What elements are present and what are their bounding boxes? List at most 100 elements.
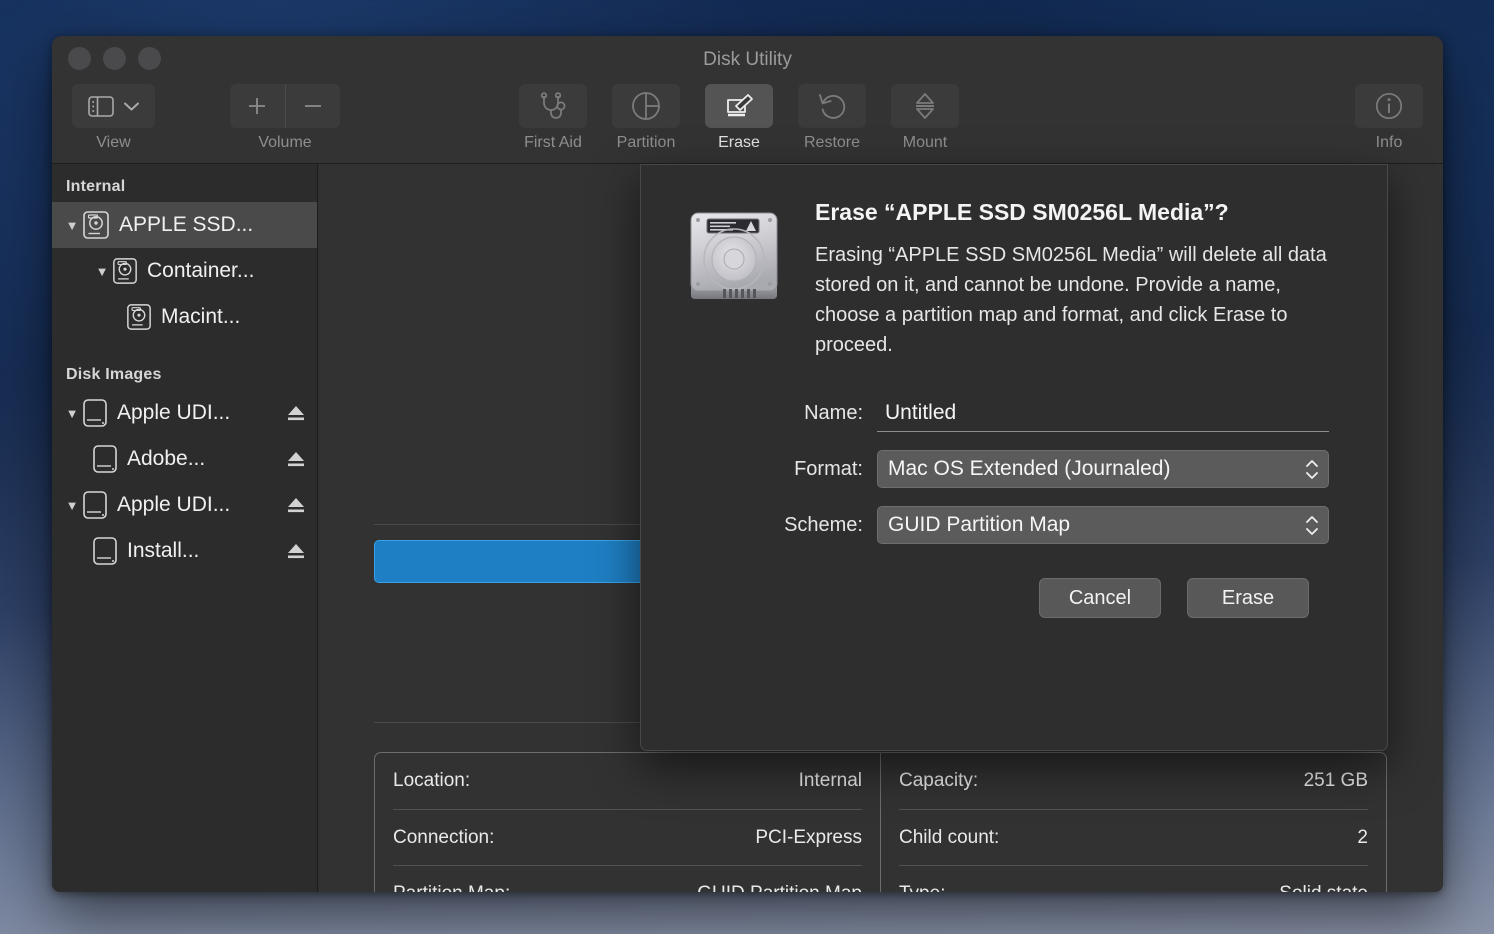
dialog-title: Erase “APPLE SSD SM0256L Media”? — [815, 199, 1229, 225]
chevron-updown-icon — [1305, 515, 1319, 536]
sidebar: Internal ▼ APPLE SSD... ▼ Container... M… — [52, 164, 318, 892]
internal-drive-icon — [82, 210, 110, 240]
scheme-value: GUID Partition Map — [888, 513, 1071, 536]
disclosure-triangle-icon[interactable]: ▼ — [92, 264, 112, 279]
sidebar-item-label: Apple UDI... — [117, 401, 231, 424]
chevron-down-icon — [123, 101, 140, 112]
view-button[interactable] — [72, 84, 155, 128]
dialog-buttons: Cancel Erase — [681, 578, 1347, 618]
disk-image-icon — [82, 398, 108, 428]
sidebar-item-label: Container... — [147, 259, 255, 282]
info-row-connection: Connection: PCI-Express — [393, 809, 862, 865]
info-label: Capacity: — [899, 770, 979, 791]
erase-confirm-button[interactable]: Erase — [1187, 578, 1309, 618]
info-value: Solid state — [1279, 883, 1368, 893]
eject-icon[interactable] — [285, 495, 307, 515]
sidebar-item-macintosh-hd[interactable]: Macint... — [52, 294, 317, 340]
disk-image-icon — [92, 536, 118, 566]
erase-button[interactable] — [705, 84, 773, 128]
sidebar-item-label: APPLE SSD... — [119, 213, 254, 236]
format-label: Format: — [794, 457, 863, 480]
info-column-left: Location: Internal Connection: PCI-Expre… — [375, 753, 880, 892]
eject-icon[interactable] — [285, 449, 307, 469]
scheme-label: Scheme: — [784, 513, 863, 536]
scheme-popup-button[interactable]: GUID Partition Map — [877, 506, 1329, 544]
window-body: Internal ▼ APPLE SSD... ▼ Container... M… — [52, 164, 1443, 892]
info-value: 2 — [1357, 826, 1368, 848]
scheme-field-row: Scheme: GUID Partition Map — [743, 506, 1347, 544]
view-label: View — [96, 134, 131, 151]
info-label: Location: — [393, 770, 471, 791]
hard-drive-icon — [681, 203, 787, 309]
eject-icon[interactable] — [285, 403, 307, 423]
erase-dialog: Erase “APPLE SSD SM0256L Media”? Erasing… — [640, 164, 1388, 751]
sidebar-item-install[interactable]: Install... — [52, 528, 317, 574]
info-label: Partition Map: — [393, 883, 510, 893]
sidebar-item-apple-ssd[interactable]: ▼ APPLE SSD... — [52, 202, 317, 248]
info-label: Child count: — [899, 826, 1000, 848]
info-value: Internal — [798, 770, 862, 791]
disclosure-triangle-icon[interactable]: ▼ — [62, 406, 82, 421]
sidebar-item-apple-udif-2[interactable]: ▼ Apple UDI... — [52, 482, 317, 528]
mount-icon — [912, 91, 938, 121]
sidebar-item-label: Install... — [127, 539, 200, 562]
restore-label: Restore — [803, 134, 861, 151]
sidebar-item-adobe[interactable]: Adobe... — [52, 436, 317, 482]
volume-label: Volume — [258, 134, 312, 151]
stethoscope-icon — [538, 92, 568, 120]
window-title: Disk Utility — [703, 49, 792, 70]
view-control[interactable]: View — [72, 84, 155, 152]
partition-circle-icon — [631, 91, 661, 121]
info-row-child-count: Child count: 2 — [899, 809, 1368, 865]
info-button[interactable] — [1355, 84, 1423, 128]
info-value: PCI-Express — [755, 826, 862, 848]
disk-info-table: Location: Internal Connection: PCI-Expre… — [374, 752, 1387, 892]
sidebar-item-container[interactable]: ▼ Container... — [52, 248, 317, 294]
erase-form: Name: Format: Mac OS Extended (Journaled… — [681, 394, 1347, 544]
mount-button[interactable] — [891, 84, 959, 128]
toolbar-item-first-aid[interactable]: First Aid — [519, 84, 587, 152]
format-field-row: Format: Mac OS Extended (Journaled) — [743, 450, 1347, 488]
partition-button[interactable] — [612, 84, 680, 128]
eject-icon[interactable] — [285, 541, 307, 561]
info-label: Connection: — [393, 826, 495, 848]
format-value: Mac OS Extended (Journaled) — [888, 457, 1171, 480]
toolbar-item-partition[interactable]: Partition — [612, 84, 680, 152]
restore-button[interactable] — [798, 84, 866, 128]
volume-segmented-control — [230, 84, 340, 128]
toolbar-item-info[interactable]: Info — [1355, 84, 1423, 152]
erase-icon — [724, 92, 754, 120]
disclosure-triangle-icon[interactable]: ▼ — [62, 218, 82, 233]
partition-label: Partition — [616, 134, 676, 151]
toolbar-item-restore[interactable]: Restore — [798, 84, 866, 152]
disk-utility-window: Disk Utility View Volume First Aid Parti… — [52, 36, 1443, 892]
sidebar-item-apple-udif-1[interactable]: ▼ Apple UDI... — [52, 390, 317, 436]
internal-drive-icon — [112, 257, 138, 285]
info-circle-icon — [1374, 91, 1404, 121]
dialog-text: Erase “APPLE SSD SM0256L Media”? Erasing… — [815, 199, 1347, 360]
chevron-updown-icon — [1305, 459, 1319, 480]
name-field-row: Name: — [743, 394, 1347, 432]
add-volume-button[interactable] — [230, 84, 285, 128]
info-value: GUID Partition Map — [697, 883, 862, 893]
toolbar-item-mount[interactable]: Mount — [891, 84, 959, 152]
sidebar-item-label: Adobe... — [127, 447, 206, 470]
format-popup-button[interactable]: Mac OS Extended (Journaled) — [877, 450, 1329, 488]
toolbar-item-erase[interactable]: Erase — [705, 84, 773, 152]
cancel-button[interactable]: Cancel — [1039, 578, 1161, 618]
sidebar-section-internal: Internal — [66, 178, 126, 195]
first-aid-button[interactable] — [519, 84, 587, 128]
info-row-partition-map: Partition Map: GUID Partition Map — [393, 865, 862, 892]
dialog-message: Erasing “APPLE SSD SM0256L Media” will d… — [815, 244, 1327, 356]
disclosure-triangle-icon[interactable]: ▼ — [62, 498, 82, 513]
first-aid-label: First Aid — [524, 134, 582, 151]
sidebar-icon — [87, 95, 114, 117]
mount-label: Mount — [902, 134, 948, 151]
name-input[interactable] — [877, 394, 1329, 432]
sidebar-section-disk-images: Disk Images — [66, 366, 162, 383]
remove-volume-button[interactable] — [284, 84, 341, 128]
volume-control: Volume — [230, 84, 340, 152]
info-column-right: Capacity: 251 GB Child count: 2 Type: So… — [880, 753, 1386, 892]
info-value: 251 GB — [1303, 770, 1368, 791]
